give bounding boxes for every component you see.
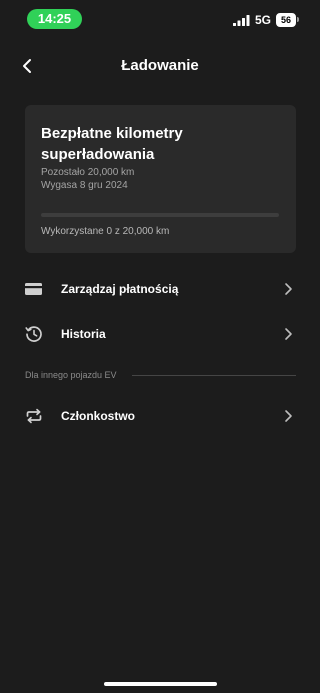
battery-level: 56 [276,13,296,27]
manage-payment-row[interactable]: Zarządzaj płatnością [0,269,320,309]
chevron-right-icon [285,328,292,340]
battery-icon: 56 [276,13,299,27]
remaining-km: Pozostało 20,000 km [41,167,135,178]
chevron-right-icon [285,283,292,295]
history-row[interactable]: Historia [0,314,320,354]
supercharging-credit-card: Bezpłatne kilometry superładowania Pozos… [25,105,296,253]
expiry-date: Wygasa 8 gru 2024 [41,180,128,191]
usage-text: Wykorzystane 0 z 20,000 km [41,226,170,237]
battery-tip [297,17,299,22]
home-indicator[interactable] [104,682,217,686]
credit-card-icon [25,283,42,295]
header: Ładowanie [0,48,320,84]
status-time[interactable]: 14:25 [27,9,82,29]
usage-progress-bar [41,213,279,217]
network-type: 5G [255,13,272,27]
history-label: Historia [61,327,106,341]
page-title: Ładowanie [121,57,199,74]
other-ev-section-label: Dla innego pojazdu EV [25,370,117,380]
chevron-right-icon [285,410,292,422]
section-divider [132,375,296,376]
membership-label: Członkostwo [61,409,135,423]
manage-payment-label: Zarządzaj płatnością [61,282,179,296]
history-clock-icon [25,326,42,342]
card-title: Bezpłatne kilometry superładowania [41,125,183,163]
cellular-signal-icon [233,15,250,26]
repeat-arrows-icon [26,408,42,424]
status-bar: 14:25 5G 56 [0,0,320,40]
membership-row[interactable]: Członkostwo [0,396,320,436]
